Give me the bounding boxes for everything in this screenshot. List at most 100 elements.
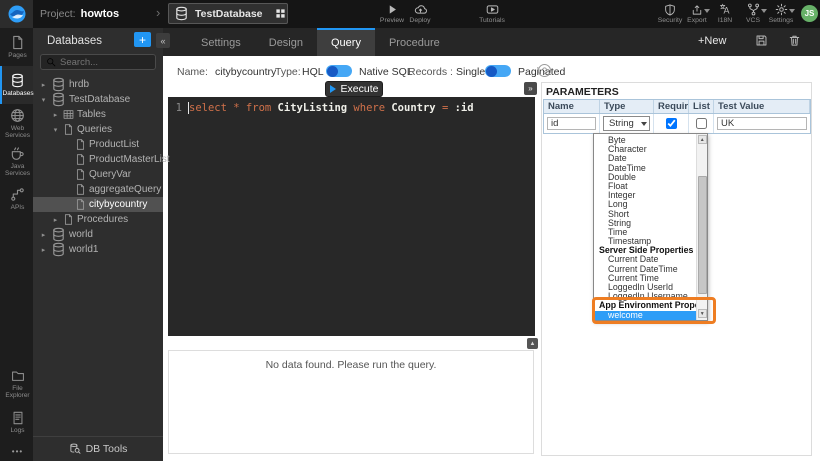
gear-icon [775, 3, 788, 16]
tree-item-world[interactable]: ▸world [33, 227, 163, 242]
collapse-panel-button[interactable]: « [156, 33, 170, 48]
deploy-button[interactable]: Deploy [404, 3, 436, 24]
testdatabase-chip[interactable]: TestDatabase [168, 3, 288, 24]
list-checkbox[interactable] [696, 118, 707, 129]
scroll-down-icon[interactable]: ▼ [698, 309, 707, 318]
line-number: 1 [168, 102, 188, 114]
tree-item-label: world1 [69, 244, 98, 255]
tab-procedure[interactable]: Procedure [375, 28, 454, 56]
dropdown-item-byte[interactable]: Byte [594, 136, 696, 145]
dropdown-item-time[interactable]: Time [594, 228, 696, 237]
parameters-table: NameTypeRequiredListTest Value String [543, 99, 811, 134]
wavemaker-logo[interactable] [0, 0, 33, 28]
rail-item-web-services[interactable]: Web Services [0, 104, 33, 142]
database-icon [10, 73, 25, 88]
param-name-input[interactable] [547, 117, 596, 130]
rail-item-more[interactable]: ••• [0, 441, 33, 461]
project-label: Project: [40, 8, 76, 20]
user-avatar[interactable]: JS [801, 5, 818, 22]
dropdown-item-character[interactable]: Character [594, 145, 696, 154]
records-option-single[interactable]: Single [456, 66, 485, 78]
dropdown-item-current-date[interactable]: Current Date [594, 255, 696, 264]
dropdown-scrollbar[interactable]: ▲ ▼ [696, 134, 707, 320]
dropdown-item-short[interactable]: Short [594, 210, 696, 219]
dropdown-item-long[interactable]: Long [594, 200, 696, 209]
dropdown-item-integer[interactable]: Integer [594, 191, 696, 200]
rail-item-apis[interactable]: APIs [0, 180, 33, 218]
save-icon[interactable] [755, 34, 768, 47]
tree-item-aggregatequery[interactable]: aggregateQuery [33, 182, 163, 197]
tab-design[interactable]: Design [255, 28, 317, 56]
dropdown-item-date[interactable]: Date [594, 154, 696, 163]
rail-item-java-services[interactable]: Java Services [0, 142, 33, 180]
dropdown-item-current-time[interactable]: Current Time [594, 274, 696, 283]
type-dropdown: ByteCharacterDateDateTimeDoubleFloatInte… [593, 133, 708, 321]
param-type-select[interactable]: String [603, 116, 650, 131]
security-label: Security [658, 17, 683, 24]
type-toggle[interactable] [326, 65, 352, 77]
dropdown-item-loggedin-userid[interactable]: LoggedIn UserId [594, 283, 696, 292]
caret-right-icon: ▸ [51, 111, 60, 119]
name-label: Name: [177, 66, 208, 78]
add-database-button[interactable]: + [134, 32, 151, 47]
rail-item-logs[interactable]: Logs [0, 403, 33, 441]
tree-item-hrdb[interactable]: ▸hrdb [33, 77, 163, 92]
tab-settings[interactable]: Settings [187, 28, 255, 56]
rail-item-databases[interactable]: Databases [0, 66, 33, 104]
tree-item-testdatabase[interactable]: ▾TestDatabase [33, 92, 163, 107]
dropdown-item-timestamp[interactable]: Timestamp [594, 237, 696, 246]
help-icon[interactable]: ? [538, 64, 551, 77]
tree-item-queries[interactable]: ▾Queries [33, 122, 163, 137]
rail-item-file-explorer[interactable]: File Explorer [0, 365, 33, 403]
tree-item-productmasterlist[interactable]: ProductMasterList [33, 152, 163, 167]
caret-right-icon: ▸ [39, 81, 48, 89]
tree-item-label: QueryVar [89, 169, 131, 180]
tree-item-tables[interactable]: ▸Tables [33, 107, 163, 122]
tree-item-productlist[interactable]: ProductList [33, 137, 163, 152]
execute-button[interactable]: Execute [325, 81, 383, 97]
records-toggle[interactable] [485, 65, 511, 77]
tree-item-citybycountry[interactable]: citybycountry [33, 197, 163, 212]
dropdown-item-loggedin-username[interactable]: LoggedIn Username [594, 292, 696, 301]
dropdown-item-current-datetime[interactable]: Current DateTime [594, 265, 696, 274]
tree-item-procedures[interactable]: ▸Procedures [33, 212, 163, 227]
tree-item-label: aggregateQuery [89, 184, 161, 195]
tutorials-button[interactable]: Tutorials [476, 3, 508, 24]
type-option-nativesql[interactable]: Native SQL [359, 66, 413, 78]
new-query-button[interactable]: +New [698, 35, 726, 47]
collapse-editor-button[interactable]: ▲ [527, 338, 538, 349]
trash-icon[interactable] [788, 34, 801, 47]
export-up-icon [691, 4, 703, 16]
tree-item-queryvar[interactable]: QueryVar [33, 167, 163, 182]
dropdown-item-welcome[interactable]: welcome [594, 311, 696, 320]
search-input[interactable] [60, 57, 150, 68]
search-box[interactable] [40, 54, 156, 70]
collapse-parameters-button[interactable]: » [524, 82, 537, 95]
scroll-up-icon[interactable]: ▲ [698, 135, 707, 144]
rail-item-pages[interactable]: Pages [0, 28, 33, 66]
sql-editor[interactable]: 1 select * from CityListing where Countr… [168, 97, 535, 336]
caret-down-icon: ▾ [51, 126, 60, 134]
required-checkbox[interactable] [666, 118, 677, 129]
panel-title: Databases [47, 35, 102, 47]
panel-header: Databases + [33, 28, 163, 52]
databases-panel: Databases + ▸hrdb▾TestDatabase▸Tables▾Qu… [33, 28, 163, 461]
dropdown-item-float[interactable]: Float [594, 182, 696, 191]
database-icon [174, 6, 189, 21]
scrollbar-thumb[interactable] [698, 176, 707, 294]
test-value-input[interactable] [717, 117, 807, 130]
query-name-value: citybycountry [215, 66, 276, 78]
settings-label: Settings [769, 17, 794, 24]
dropdown-item-double[interactable]: Double [594, 173, 696, 182]
sql-code-line[interactable]: select * from CityListing where Country … [188, 102, 474, 114]
column-header-test-value: Test Value [714, 100, 810, 113]
type-option-hql[interactable]: HQL [302, 66, 324, 78]
tree-item-world1[interactable]: ▸world1 [33, 242, 163, 257]
tab-query[interactable]: Query [317, 28, 375, 56]
settings-button[interactable]: Settings [765, 3, 797, 24]
dropdown-item-datetime[interactable]: DateTime [594, 164, 696, 173]
dropdown-item-string[interactable]: String [594, 219, 696, 228]
web-services-label: Web Services [3, 125, 33, 139]
coffee-icon [10, 146, 25, 161]
db-tools-button[interactable]: DB Tools [33, 436, 163, 461]
